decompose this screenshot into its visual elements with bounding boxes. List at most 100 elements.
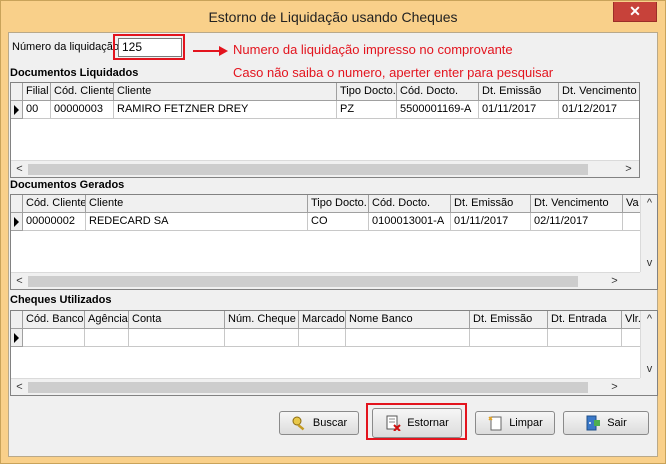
table-cell[interactable] [129,329,225,347]
scroll-down-icon[interactable]: v [641,361,657,378]
column-header[interactable]: Dt. Entrada [548,311,622,329]
section-title-cheques-utilizados: Cheques Utilizados [10,294,112,306]
column-header[interactable]: Dt. Emissão [479,83,559,101]
section-title-documentos-liquidados: Documentos Liquidados [10,67,139,79]
scroll-corner [640,378,657,395]
section-title-documentos-gerados: Documentos Gerados [10,179,125,191]
scroll-left-icon[interactable]: < [11,379,28,395]
table-cell[interactable]: REDECARD SA [86,213,308,231]
row-pointer-icon [14,217,19,227]
table-cell[interactable]: 00000003 [51,101,114,119]
row-indicator[interactable] [11,213,23,231]
annotation-line-1: Numero da liquidação impresso no comprov… [233,42,513,57]
column-header[interactable]: Dt. Emissão [451,195,531,213]
grid-documentos-gerados[interactable]: Cód. Cliente Cliente Tipo Docto. Cód. Do… [10,194,658,290]
table-cell[interactable] [85,329,129,347]
grid-cheques-utilizados[interactable]: Cód. Banco Agência Conta Núm. Cheque Mar… [10,310,658,396]
window: Estorno de Liquidação usando Cheques ✕ N… [0,0,666,464]
column-header[interactable]: Marcado [299,311,346,329]
close-button[interactable]: ✕ [613,2,657,22]
column-header[interactable]: Dt. Vencimento [559,83,639,101]
table-cell[interactable]: 01/12/2017 [559,101,639,119]
buscar-button[interactable]: Buscar [279,411,359,435]
grid-documentos-liquidados[interactable]: Filial Cód. Cliente Cliente Tipo Docto. … [10,82,640,178]
table-cell[interactable]: CO [308,213,369,231]
column-header[interactable]: Va [623,195,641,213]
annotation-arrow-head-icon [219,46,228,56]
annotation-arrow-line [193,50,221,52]
column-header[interactable]: Filial [23,83,51,101]
vertical-scrollbar[interactable]: ^ v [640,195,657,272]
scroll-left-icon[interactable]: < [11,273,28,289]
grid-corner [11,83,23,101]
row-pointer-icon [14,105,19,115]
table-cell[interactable]: 01/11/2017 [451,213,531,231]
scroll-thumb[interactable] [28,382,588,393]
table-cell[interactable] [623,213,641,231]
search-key-icon [291,415,307,431]
client-area: Número da liquidação 125 Numero da liqui… [8,32,658,457]
column-header[interactable]: Cód. Banco [23,311,85,329]
highlight-box-liquidacao [113,34,185,60]
table-cell[interactable] [23,329,85,347]
scroll-corner [640,272,657,289]
limpar-button[interactable]: Limpar [475,411,555,435]
column-header[interactable]: Dt. Vencimento [531,195,623,213]
sair-button[interactable]: Sair [563,411,649,435]
scroll-left-icon[interactable]: < [11,161,28,177]
scroll-right-icon[interactable]: > [606,273,623,289]
scroll-right-icon[interactable]: > [620,161,637,177]
highlight-box-estornar [366,403,467,440]
clear-document-icon [487,415,503,431]
scroll-up-icon[interactable]: ^ [641,195,657,212]
grid-corner [11,311,23,329]
column-header[interactable]: Núm. Cheque [225,311,299,329]
table-cell[interactable]: 0100013001-A [369,213,451,231]
horizontal-scrollbar[interactable]: < > [11,378,640,395]
table-cell[interactable] [470,329,548,347]
table-cell[interactable] [548,329,622,347]
table-cell[interactable]: 00000002 [23,213,86,231]
horizontal-scrollbar[interactable]: < > [11,272,640,289]
buscar-label: Buscar [312,417,348,429]
column-header[interactable]: Tipo Docto. [308,195,369,213]
table-cell[interactable]: 5500001169-A [397,101,479,119]
column-header[interactable]: Vlr. [622,311,642,329]
liquidacao-label: Número da liquidação [12,41,120,53]
table-cell[interactable]: PZ [337,101,397,119]
column-header[interactable]: Agência [85,311,129,329]
scroll-up-icon[interactable]: ^ [641,311,657,328]
column-header[interactable]: Cód. Cliente [23,195,86,213]
scroll-right-icon[interactable]: > [606,379,623,395]
table-cell[interactable]: 00 [23,101,51,119]
table-cell[interactable] [622,329,642,347]
row-indicator[interactable] [11,329,23,347]
column-header[interactable]: Cliente [114,83,337,101]
limpar-label: Limpar [509,417,543,429]
table-cell[interactable]: 02/11/2017 [531,213,623,231]
row-indicator[interactable] [11,101,23,119]
horizontal-scrollbar[interactable]: < > [11,160,639,177]
column-header[interactable]: Cód. Docto. [369,195,451,213]
row-pointer-icon [14,333,19,343]
column-header[interactable]: Tipo Docto. [337,83,397,101]
window-title: Estorno de Liquidação usando Cheques [208,9,458,25]
column-header[interactable]: Conta [129,311,225,329]
table-cell[interactable] [225,329,299,347]
scroll-down-icon[interactable]: v [641,255,657,272]
column-header[interactable]: Cód. Docto. [397,83,479,101]
column-header[interactable]: Cód. Cliente [51,83,114,101]
table-cell[interactable] [299,329,346,347]
column-header[interactable]: Dt. Emissão [470,311,548,329]
scroll-thumb[interactable] [28,276,578,287]
table-cell[interactable]: RAMIRO FETZNER DREY [114,101,337,119]
table-cell[interactable]: 01/11/2017 [479,101,559,119]
column-header[interactable]: Nome Banco [346,311,470,329]
grid-corner [11,195,23,213]
scroll-thumb[interactable] [28,164,588,175]
annotation-line-2: Caso não saiba o numero, aperter enter p… [233,65,554,80]
column-header[interactable]: Cliente [86,195,308,213]
vertical-scrollbar[interactable]: ^ v [640,311,657,378]
table-cell[interactable] [346,329,470,347]
title-bar[interactable]: Estorno de Liquidação usando Cheques ✕ [1,1,665,32]
